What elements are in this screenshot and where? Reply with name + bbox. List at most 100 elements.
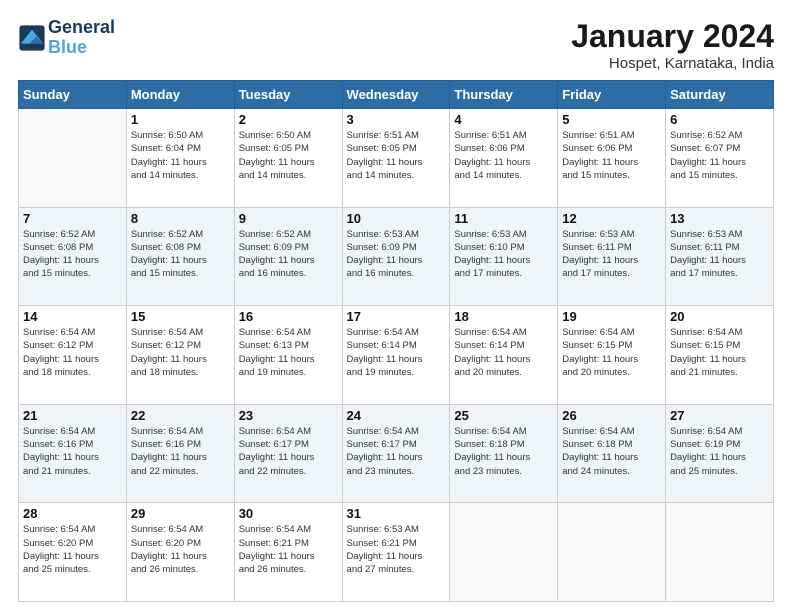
table-row: 14 Sunrise: 6:54 AM Sunset: 6:12 PM Dayli…: [19, 306, 127, 405]
day-number: 16: [239, 309, 338, 324]
calendar-week-row: 28 Sunrise: 6:54 AM Sunset: 6:20 PM Dayli…: [19, 503, 774, 602]
header-friday: Friday: [558, 81, 666, 109]
day-number: 30: [239, 506, 338, 521]
month-title: January 2024: [571, 18, 774, 55]
table-row: 8 Sunrise: 6:52 AM Sunset: 6:08 PM Daylig…: [126, 207, 234, 306]
day-info: Sunrise: 6:50 AM Sunset: 6:04 PM Dayligh…: [131, 129, 230, 182]
day-number: 6: [670, 112, 769, 127]
day-info: Sunrise: 6:54 AM Sunset: 6:20 PM Dayligh…: [23, 523, 122, 576]
calendar-header-row: Sunday Monday Tuesday Wednesday Thursday…: [19, 81, 774, 109]
day-info: Sunrise: 6:54 AM Sunset: 6:16 PM Dayligh…: [23, 425, 122, 478]
day-number: 21: [23, 408, 122, 423]
day-number: 14: [23, 309, 122, 324]
day-info: Sunrise: 6:54 AM Sunset: 6:16 PM Dayligh…: [131, 425, 230, 478]
day-info: Sunrise: 6:52 AM Sunset: 6:08 PM Dayligh…: [131, 228, 230, 281]
calendar-table: Sunday Monday Tuesday Wednesday Thursday…: [18, 80, 774, 602]
table-row: [558, 503, 666, 602]
day-info: Sunrise: 6:54 AM Sunset: 6:20 PM Dayligh…: [131, 523, 230, 576]
day-info: Sunrise: 6:54 AM Sunset: 6:13 PM Dayligh…: [239, 326, 338, 379]
table-row: 11Sunrise: 6:53 AM Sunset: 6:10 PM Dayli…: [450, 207, 558, 306]
table-row: 17 Sunrise: 6:54 AM Sunset: 6:14 PM Dayli…: [342, 306, 450, 405]
day-number: 27: [670, 408, 769, 423]
day-number: 23: [239, 408, 338, 423]
day-number: 17: [347, 309, 446, 324]
day-number: 26: [562, 408, 661, 423]
day-info: Sunrise: 6:53 AM Sunset: 6:09 PM Dayligh…: [347, 228, 446, 281]
day-number: 9: [239, 211, 338, 226]
day-info: Sunrise: 6:54 AM Sunset: 6:12 PM Dayligh…: [131, 326, 230, 379]
day-number: 12: [562, 211, 661, 226]
day-info: Sunrise: 6:51 AM Sunset: 6:05 PM Dayligh…: [347, 129, 446, 182]
table-row: [19, 109, 127, 208]
table-row: [666, 503, 774, 602]
day-info: Sunrise: 6:51 AM Sunset: 6:06 PM Dayligh…: [562, 129, 661, 182]
day-number: 4: [454, 112, 553, 127]
table-row: 29 Sunrise: 6:54 AM Sunset: 6:20 PM Dayli…: [126, 503, 234, 602]
day-number: 31: [347, 506, 446, 521]
day-number: 20: [670, 309, 769, 324]
day-number: 5: [562, 112, 661, 127]
day-info: Sunrise: 6:50 AM Sunset: 6:05 PM Dayligh…: [239, 129, 338, 182]
header-sunday: Sunday: [19, 81, 127, 109]
table-row: 23 Sunrise: 6:54 AM Sunset: 6:17 PM Dayli…: [234, 404, 342, 503]
day-number: 8: [131, 211, 230, 226]
table-row: 20Sunrise: 6:54 AM Sunset: 6:15 PM Dayli…: [666, 306, 774, 405]
day-number: 22: [131, 408, 230, 423]
day-number: 2: [239, 112, 338, 127]
table-row: 2 Sunrise: 6:50 AM Sunset: 6:05 PM Daylig…: [234, 109, 342, 208]
day-number: 25: [454, 408, 553, 423]
day-info: Sunrise: 6:52 AM Sunset: 6:09 PM Dayligh…: [239, 228, 338, 281]
day-number: 29: [131, 506, 230, 521]
table-row: 4 Sunrise: 6:51 AM Sunset: 6:06 PM Daylig…: [450, 109, 558, 208]
location-subtitle: Hospet, Karnataka, India: [571, 55, 774, 72]
table-row: 7Sunrise: 6:52 AM Sunset: 6:08 PM Daylig…: [19, 207, 127, 306]
table-row: 12 Sunrise: 6:53 AM Sunset: 6:11 PM Dayli…: [558, 207, 666, 306]
table-row: 10 Sunrise: 6:53 AM Sunset: 6:09 PM Dayli…: [342, 207, 450, 306]
logo-icon: [18, 24, 46, 52]
day-info: Sunrise: 6:51 AM Sunset: 6:06 PM Dayligh…: [454, 129, 553, 182]
logo-text: GeneralBlue: [48, 18, 115, 58]
table-row: 1 Sunrise: 6:50 AM Sunset: 6:04 PM Daylig…: [126, 109, 234, 208]
table-row: 24Sunrise: 6:54 AM Sunset: 6:17 PM Dayli…: [342, 404, 450, 503]
day-info: Sunrise: 6:54 AM Sunset: 6:12 PM Dayligh…: [23, 326, 122, 379]
table-row: 9 Sunrise: 6:52 AM Sunset: 6:09 PM Daylig…: [234, 207, 342, 306]
day-info: Sunrise: 6:54 AM Sunset: 6:17 PM Dayligh…: [239, 425, 338, 478]
day-info: Sunrise: 6:54 AM Sunset: 6:15 PM Dayligh…: [562, 326, 661, 379]
day-number: 19: [562, 309, 661, 324]
table-row: 25Sunrise: 6:54 AM Sunset: 6:18 PM Dayli…: [450, 404, 558, 503]
calendar-week-row: 7 Sunrise: 6:52 AM Sunset: 6:08 PM Daylig…: [19, 207, 774, 306]
header-thursday: Thursday: [450, 81, 558, 109]
table-row: 28 Sunrise: 6:54 AM Sunset: 6:20 PM Dayli…: [19, 503, 127, 602]
day-info: Sunrise: 6:53 AM Sunset: 6:11 PM Dayligh…: [562, 228, 661, 281]
day-number: 10: [347, 211, 446, 226]
day-info: Sunrise: 6:54 AM Sunset: 6:14 PM Dayligh…: [454, 326, 553, 379]
title-block: January 2024 Hospet, Karnataka, India: [571, 18, 774, 72]
table-row: [450, 503, 558, 602]
day-number: 15: [131, 309, 230, 324]
day-number: 11: [454, 211, 553, 226]
table-row: 30 Sunrise: 6:54 AM Sunset: 6:21 PM Dayli…: [234, 503, 342, 602]
table-row: 6 Sunrise: 6:52 AM Sunset: 6:07 PM Daylig…: [666, 109, 774, 208]
day-info: Sunrise: 6:52 AM Sunset: 6:07 PM Dayligh…: [670, 129, 769, 182]
header-monday: Monday: [126, 81, 234, 109]
header-tuesday: Tuesday: [234, 81, 342, 109]
table-row: 16 Sunrise: 6:54 AM Sunset: 6:13 PM Dayli…: [234, 306, 342, 405]
table-row: 3Sunrise: 6:51 AM Sunset: 6:05 PM Daylig…: [342, 109, 450, 208]
table-row: 22 Sunrise: 6:54 AM Sunset: 6:16 PM Dayli…: [126, 404, 234, 503]
day-number: 28: [23, 506, 122, 521]
table-row: 31Sunrise: 6:53 AM Sunset: 6:21 PM Dayli…: [342, 503, 450, 602]
day-number: 18: [454, 309, 553, 324]
logo: GeneralBlue: [18, 18, 115, 58]
day-number: 7: [23, 211, 122, 226]
day-number: 13: [670, 211, 769, 226]
calendar-week-row: 21 Sunrise: 6:54 AM Sunset: 6:16 PM Dayli…: [19, 404, 774, 503]
table-row: 15 Sunrise: 6:54 AM Sunset: 6:12 PM Dayli…: [126, 306, 234, 405]
table-row: 21 Sunrise: 6:54 AM Sunset: 6:16 PM Dayli…: [19, 404, 127, 503]
day-info: Sunrise: 6:54 AM Sunset: 6:21 PM Dayligh…: [239, 523, 338, 576]
day-info: Sunrise: 6:54 AM Sunset: 6:19 PM Dayligh…: [670, 425, 769, 478]
day-number: 1: [131, 112, 230, 127]
header-saturday: Saturday: [666, 81, 774, 109]
day-number: 24: [347, 408, 446, 423]
day-info: Sunrise: 6:54 AM Sunset: 6:14 PM Dayligh…: [347, 326, 446, 379]
page-header: GeneralBlue January 2024 Hospet, Karnata…: [18, 18, 774, 72]
